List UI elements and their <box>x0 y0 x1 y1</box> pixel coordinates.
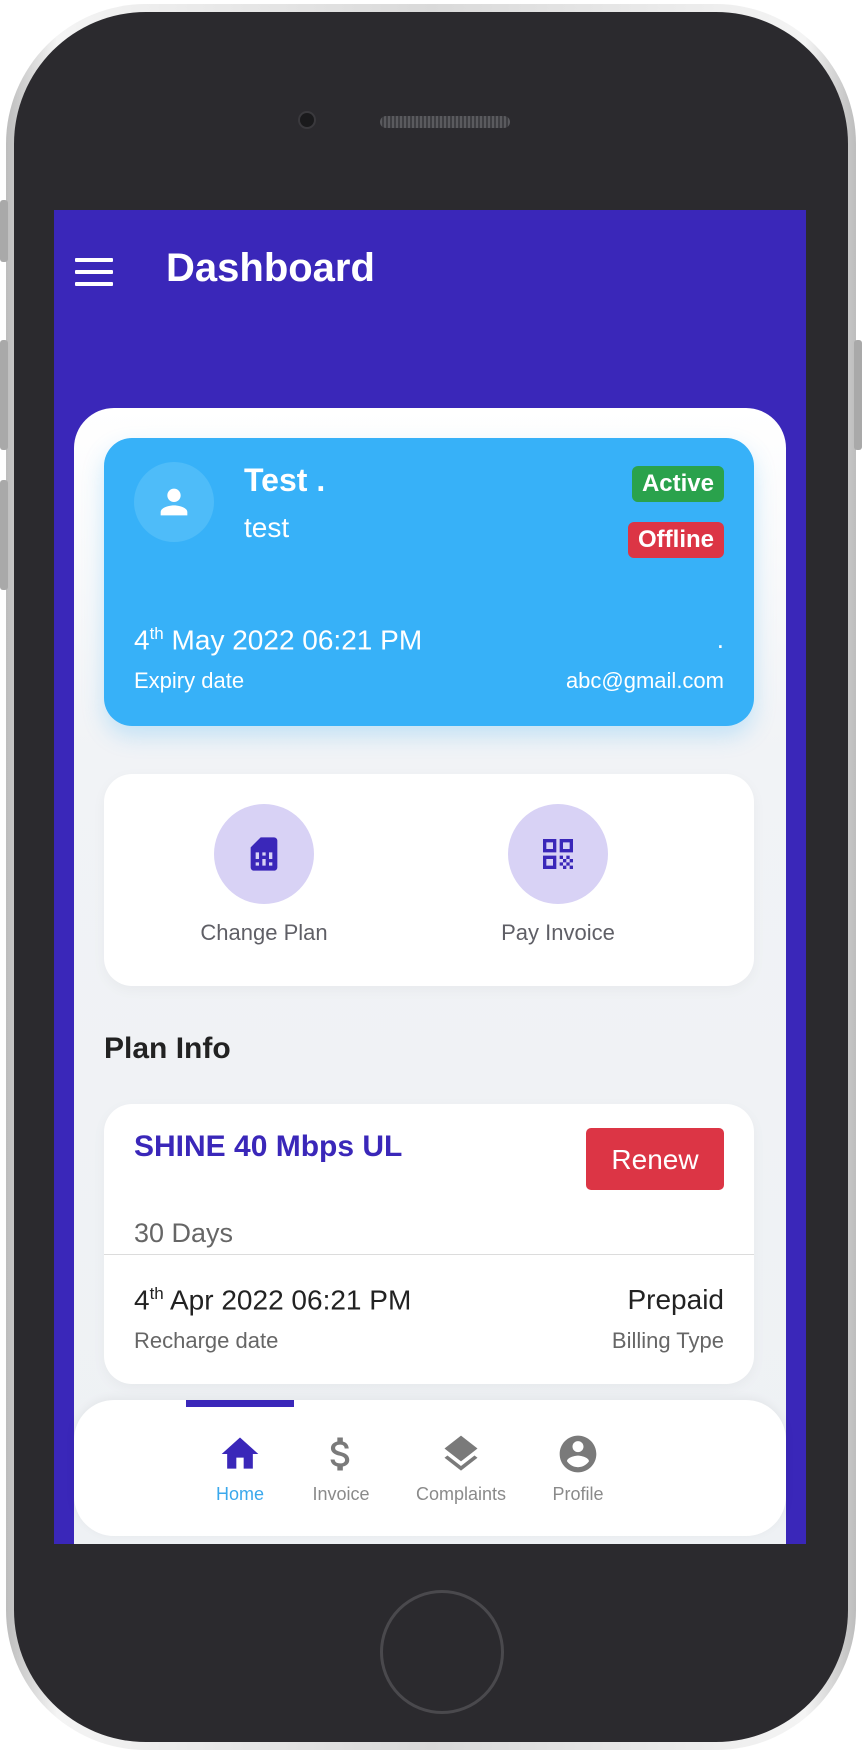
email-text: abc@gmail.com <box>565 668 724 693</box>
volume-up-button <box>0 340 8 450</box>
front-camera <box>300 113 314 127</box>
pay-invoice-icon-circle <box>508 804 608 904</box>
earpiece-speaker <box>380 116 510 128</box>
phone-placeholder: . <box>716 624 724 654</box>
profile-card: Test . test Active Offline 4th May 2022 … <box>104 438 754 726</box>
recharge-day-suffix: th <box>149 1284 164 1303</box>
home-icon <box>221 1437 259 1469</box>
renew-button[interactable]: Renew <box>586 1128 724 1190</box>
change-plan-icon-circle <box>214 804 314 904</box>
expiry-date-value: 4th May 2022 06:21 PM <box>134 624 422 656</box>
connection-badge: Offline <box>628 522 724 558</box>
pay-invoice-button[interactable]: Pay Invoice <box>458 804 658 946</box>
billing-type-value: Prepaid <box>627 1284 724 1315</box>
sim-card-icon <box>250 837 278 871</box>
change-plan-button[interactable]: Change Plan <box>164 804 364 946</box>
quick-actions-card: Change Plan Pay Invoice <box>104 774 754 986</box>
person-icon <box>160 488 188 516</box>
mute-switch <box>0 200 8 262</box>
active-tab-indicator <box>186 1400 294 1407</box>
nav-invoice-label: Invoice <box>312 1484 370 1504</box>
plan-name: SHINE 40 Mbps UL <box>134 1130 403 1163</box>
plan-info-title: Plan Info <box>104 1032 231 1065</box>
layers-icon <box>444 1435 478 1471</box>
nav-home-label: Home <box>215 1484 264 1504</box>
account-circle-icon <box>559 1435 597 1473</box>
volume-down-button <box>0 480 8 590</box>
recharge-date-rest: Apr 2022 06:21 PM <box>163 1284 412 1316</box>
plan-duration: 30 Days <box>134 1218 234 1248</box>
username: test <box>244 512 290 543</box>
nav-complaints-label: Complaints <box>415 1484 507 1504</box>
bottom-navigation: Home Invoice Complaints Profile <box>74 1400 786 1536</box>
pay-invoice-label: Pay Invoice <box>501 920 615 945</box>
qr-code-icon <box>543 839 573 869</box>
user-name: Test . <box>244 462 326 498</box>
power-button <box>854 340 862 450</box>
hamburger-menu-icon[interactable] <box>75 258 113 286</box>
nav-profile-label: Profile <box>552 1484 604 1504</box>
expiry-date-label: Expiry date <box>134 668 245 693</box>
app-screen: Dashboard Test . test Active Offline 4th… <box>54 210 806 1544</box>
plan-divider <box>104 1254 754 1255</box>
avatar <box>134 462 214 542</box>
expiry-day: 4 <box>134 624 150 656</box>
nav-invoice[interactable]: Invoice <box>286 1432 396 1505</box>
recharge-date-value: 4th Apr 2022 06:21 PM <box>134 1284 411 1316</box>
recharge-date-label: Recharge date <box>134 1328 279 1353</box>
recharge-day: 4 <box>134 1284 150 1316</box>
status-badge: Active <box>631 466 724 502</box>
billing-type-label: Billing Type <box>611 1328 724 1353</box>
dollar-icon <box>330 1437 350 1471</box>
expiry-day-suffix: th <box>149 624 164 643</box>
page-title: Dashboard <box>166 246 375 290</box>
expiry-date-rest: May 2022 06:21 PM <box>163 624 423 656</box>
home-hardware-button[interactable] <box>380 1590 504 1714</box>
nav-home[interactable]: Home <box>185 1432 295 1505</box>
change-plan-label: Change Plan <box>200 920 328 945</box>
plan-card: SHINE 40 Mbps UL Renew 30 Days 4th Apr 2… <box>104 1104 754 1384</box>
nav-complaints[interactable]: Complaints <box>406 1432 516 1505</box>
nav-profile[interactable]: Profile <box>523 1432 633 1505</box>
